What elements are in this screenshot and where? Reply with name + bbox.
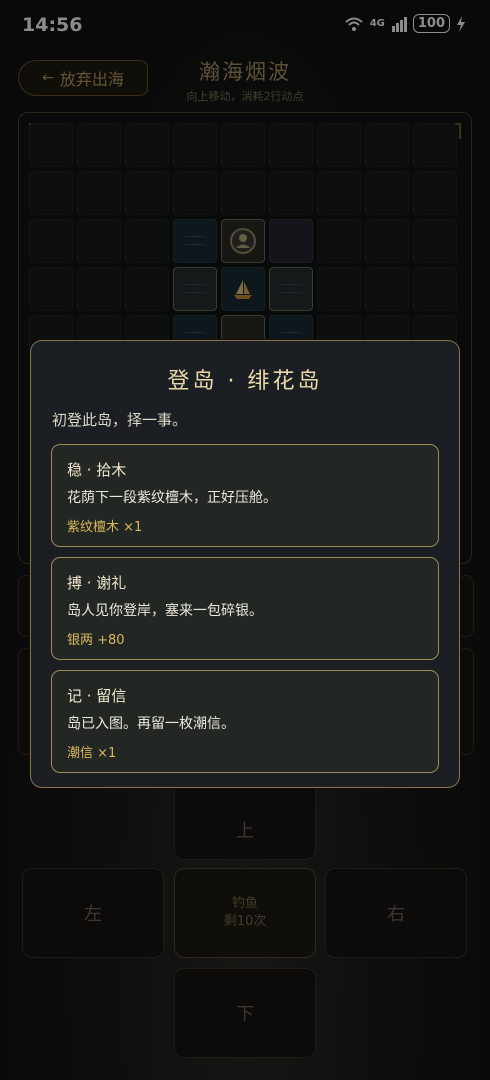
option-title: 记 · 留信 xyxy=(67,687,127,705)
dialog-title: 登岛 · 绯花岛 xyxy=(167,369,323,394)
dialog-intro: 初登此岛，择一事。 xyxy=(52,411,188,429)
option-title: 搏 · 谢礼 xyxy=(67,574,127,592)
option-reward: 潮信 ×1 xyxy=(67,746,117,761)
option-gift[interactable]: 搏 · 谢礼 岛人见你登岸，塞来一包碎银。 银两 +80 xyxy=(51,557,439,660)
option-reward: 紫纹檀木 ×1 xyxy=(67,520,143,535)
option-title: 稳 · 拾木 xyxy=(67,461,127,479)
option-leave-note[interactable]: 记 · 留信 岛已入图。再留一枚潮信。 潮信 ×1 xyxy=(51,670,439,773)
option-gather-wood[interactable]: 稳 · 拾木 花荫下一段紫纹檀木，正好压舱。 紫纹檀木 ×1 xyxy=(51,444,439,547)
option-description: 花荫下一段紫纹檀木，正好压舱。 xyxy=(67,490,277,506)
option-description: 岛已入图。再留一枚潮信。 xyxy=(67,716,235,732)
option-description: 岛人见你登岸，塞来一包碎银。 xyxy=(67,603,263,619)
option-reward: 银两 +80 xyxy=(67,633,125,648)
island-event-dialog: 登岛 · 绯花岛 初登此岛，择一事。 稳 · 拾木 花荫下一段紫纹檀木，正好压舱… xyxy=(30,340,460,788)
